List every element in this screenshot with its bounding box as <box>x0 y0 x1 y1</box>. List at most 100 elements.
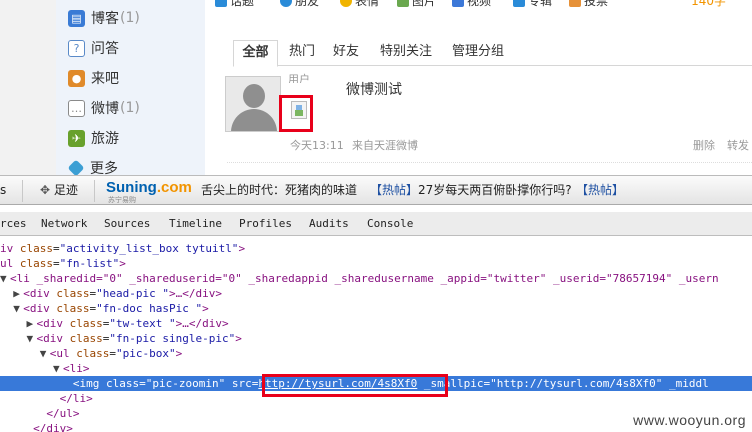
tag-name: ul <box>0 257 14 270</box>
attr-name: class <box>69 332 103 345</box>
attr-value: "pic-box" <box>116 347 176 360</box>
collapse-triangle-icon[interactable]: ▼ <box>13 301 23 316</box>
tag-name: ul <box>56 347 70 360</box>
toolbar-topic[interactable]: 话题 <box>215 0 254 9</box>
tab-console[interactable]: Console <box>367 212 413 236</box>
tab-network[interactable]: Network <box>41 212 87 236</box>
publisher-toolbar: 话题 朋友 表情 图片 视频 专辑 投票 140字 <box>205 0 752 14</box>
more-icon <box>67 159 85 175</box>
dom-text: </li> <box>59 392 93 405</box>
tab-manage-groups[interactable]: 管理分组 <box>447 40 509 66</box>
headline-link[interactable]: 舌尖上的时代：死猪肉的味道 <box>201 176 357 206</box>
tab-resources[interactable]: rces <box>0 212 27 236</box>
dom-line[interactable]: iv class="activity_list_box tytuitl"> <box>0 241 752 256</box>
brand-name: Suning <box>106 179 157 196</box>
divider <box>22 180 23 202</box>
tab-all[interactable]: 全部 <box>233 40 278 67</box>
expand-triangle-icon[interactable]: ▶ <box>27 316 37 331</box>
image-icon <box>397 0 409 7</box>
divider <box>227 162 752 163</box>
expand-triangle-icon[interactable]: ▶ <box>13 286 23 301</box>
dom-line[interactable]: ul class="fn-list"> <box>0 256 752 271</box>
attr-name: class <box>56 302 90 315</box>
nav-item-more[interactable]: 更多 <box>67 157 118 175</box>
footprint-button[interactable]: ✥ 足迹 <box>40 176 78 206</box>
toolbar-emoji[interactable]: 表情 <box>340 0 379 9</box>
dom-line[interactable]: ▼ <div class="fn-doc hasPic "> <box>0 301 752 316</box>
tab-special-follow[interactable]: 特别关注 <box>375 40 437 66</box>
toolbar-album[interactable]: 专辑 <box>513 0 552 9</box>
nav-item-label: 微博 <box>91 101 119 117</box>
at-icon <box>280 0 292 7</box>
vote-icon <box>569 0 581 7</box>
attr-value: "fn-pic single-pic" <box>109 332 236 345</box>
avatar-body <box>231 109 277 131</box>
tag-name: li <box>69 362 83 375</box>
brand-tagline: 苏宁易购 <box>108 197 136 204</box>
nav-item-blog[interactable]: ▤ 博客 (1) <box>68 7 140 29</box>
feed-tabs: 全部 热门 好友 特别关注 管理分组 <box>233 40 752 67</box>
tag-name: div <box>43 332 63 345</box>
attr-name: class <box>76 347 110 360</box>
toolbar-image[interactable]: 图片 <box>397 0 436 9</box>
album-icon <box>513 0 525 7</box>
footprint-icon: ✥ <box>40 183 51 197</box>
toolbar-vote[interactable]: 投票 <box>569 0 608 9</box>
collapse-triangle-icon[interactable]: ▼ <box>27 331 37 346</box>
dom-line[interactable]: ▼ <ul class="pic-box"> <box>0 346 752 361</box>
hot-text: 27岁每天两百俯卧撑你行吗? <box>418 183 572 197</box>
collapse-triangle-icon[interactable]: ▼ <box>40 346 50 361</box>
topic-icon <box>215 0 227 7</box>
hot-post-link[interactable]: 【热帖】27岁每天两百俯卧撑你行吗? <box>370 176 572 206</box>
toolbar-friends[interactable]: 朋友 <box>280 0 319 9</box>
tab-hot[interactable]: 热门 <box>285 40 319 66</box>
toolbar-label: 朋友 <box>295 0 320 8</box>
hot-tag-link[interactable]: 【热帖】 <box>576 176 624 206</box>
video-icon <box>452 0 464 7</box>
avatar[interactable] <box>225 76 281 132</box>
nav-item-label: 问答 <box>91 41 119 57</box>
toolbar-label: 表情 <box>355 0 380 8</box>
nav-item-count: (1) <box>120 100 140 116</box>
nav-item-travel[interactable]: ✈ 旅游 <box>68 127 119 149</box>
travel-icon: ✈ <box>68 129 85 147</box>
dom-line[interactable]: ▶ <div class="tw-text ">…</div> <box>0 316 752 331</box>
web-page-area: ▤ 博客 (1) ? 问答 ● 来吧 … 微博 (1) ✈ 旅游 更多 话题 朋… <box>0 0 752 175</box>
dom-tree: iv class="activity_list_box tytuitl"> ul… <box>0 237 752 432</box>
devtools-tabbar: rces Network Sources Timeline Profiles A… <box>0 212 752 236</box>
microblog-icon: … <box>68 99 85 117</box>
hot-tag: 【热帖】 <box>370 183 419 197</box>
tab-friends[interactable]: 好友 <box>329 40 363 66</box>
nav-item-count: (1) <box>120 10 140 26</box>
toolbar-video[interactable]: 视频 <box>452 0 491 9</box>
post-time[interactable]: 今天13:11 <box>290 137 344 153</box>
toolbar-label: 视频 <box>467 0 492 8</box>
dom-line[interactable]: ▶ <div class="head-pic ">…</div> <box>0 286 752 301</box>
dom-line[interactable]: ▼ <div class="fn-pic single-pic"> <box>0 331 752 346</box>
tab-audits[interactable]: Audits <box>309 212 349 236</box>
forward-link[interactable]: 转发 <box>727 137 749 153</box>
toolbar-label: 投票 <box>584 0 609 8</box>
post-username[interactable]: 用户 <box>288 71 333 83</box>
nav-item-laiba[interactable]: ● 来吧 <box>68 67 119 89</box>
collapse-triangle-icon[interactable]: ▼ <box>53 361 63 376</box>
attr-value: "head-pic " <box>96 287 169 300</box>
toolbar-label: 话题 <box>230 0 255 8</box>
bar-left-label: s <box>0 183 7 197</box>
tab-sources[interactable]: Sources <box>104 212 150 236</box>
toolbar-label: 图片 <box>412 0 437 8</box>
people-icon: ● <box>68 69 85 87</box>
attr-value: "fn-doc hasPic " <box>96 302 203 315</box>
post-source[interactable]: 来自天涯微博 <box>352 137 418 153</box>
suning-logo[interactable]: Suning.com 苏宁易购 <box>106 179 192 204</box>
delete-link[interactable]: 删除 <box>693 137 715 153</box>
attr-name: src= <box>231 377 259 390</box>
nav-item-microblog[interactable]: … 微博 (1) <box>68 97 140 119</box>
tab-timeline[interactable]: Timeline <box>169 212 222 236</box>
brand-suffix: .com <box>156 179 192 196</box>
tag-name: div <box>29 287 50 300</box>
dom-line[interactable]: ▼ <li _sharedid="0" _shareduserid="0" _sh… <box>0 271 752 286</box>
tab-profiles[interactable]: Profiles <box>239 212 292 236</box>
nav-item-qa[interactable]: ? 问答 <box>68 37 119 59</box>
collapse-triangle-icon[interactable]: ▼ <box>0 271 10 286</box>
